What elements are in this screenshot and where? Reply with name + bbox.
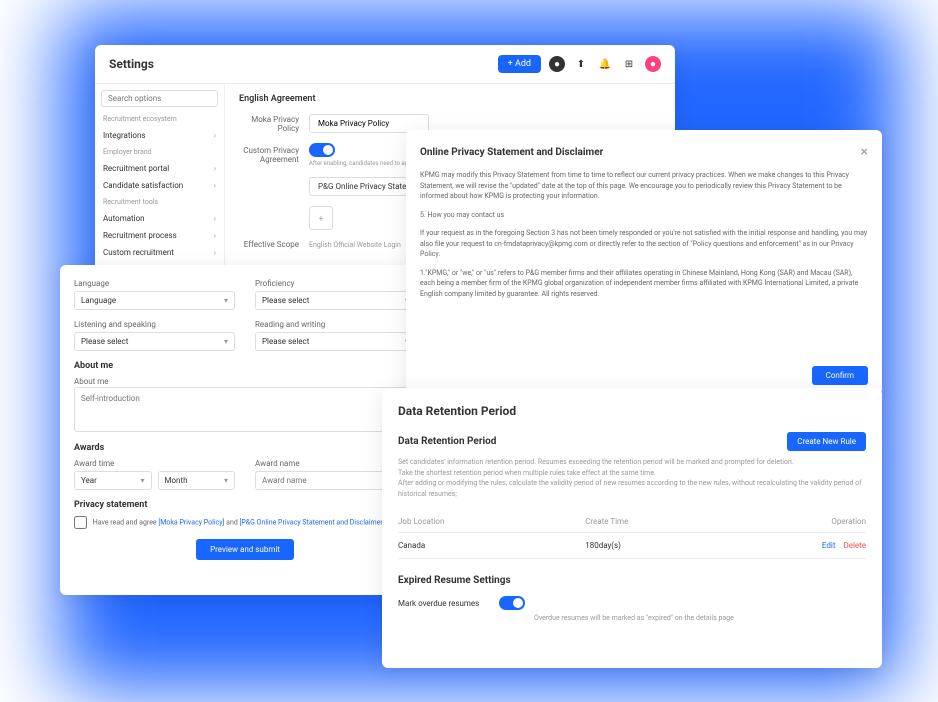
- section-title: Privacy statement: [74, 500, 416, 510]
- year-select[interactable]: Year: [74, 471, 152, 490]
- sidebar-item-satisfaction[interactable]: Candidate satisfaction›: [101, 177, 218, 194]
- section-title: Awards+ Add: [74, 443, 416, 453]
- submit-button[interactable]: Preview and submit: [196, 539, 294, 560]
- field-label: Effective Scope: [239, 240, 309, 249]
- user-avatar-icon[interactable]: ●: [549, 56, 565, 72]
- field-label: Moka Privacy Policy: [239, 115, 309, 133]
- page-title: Settings: [109, 57, 154, 71]
- sidebar-section: Employer brand: [101, 144, 218, 160]
- close-icon[interactable]: ×: [861, 144, 868, 160]
- panel-title: Data Retention Period: [398, 404, 866, 418]
- month-select[interactable]: Month: [158, 471, 236, 490]
- section-title: Data Retention Period: [398, 436, 496, 447]
- field-hint: Overdue resumes will be marked as "expir…: [398, 614, 866, 622]
- field-label: About me: [74, 377, 109, 386]
- confirm-button[interactable]: Confirm: [812, 366, 868, 385]
- custom-privacy-toggle[interactable]: [309, 143, 335, 157]
- sidebar-section: Recruitment tools: [101, 194, 218, 210]
- chevron-right-icon: ›: [214, 164, 216, 173]
- chevron-right-icon: ›: [214, 131, 216, 140]
- proficiency-select[interactable]: Please select: [255, 291, 416, 310]
- field-label: Mark overdue resumes: [398, 599, 479, 608]
- chevron-right-icon: ›: [214, 248, 216, 257]
- content-title: English Agreement: [239, 94, 661, 104]
- retention-panel: Data Retention Period Data Retention Per…: [382, 388, 882, 668]
- field-label: Language: [74, 279, 235, 288]
- description: Set candidates' information retention pe…: [398, 457, 866, 499]
- candidate-form: Language Language Proficiency Please selec…: [60, 265, 430, 595]
- privacy-link-pg[interactable]: [P&G Online Privacy Statement and Discla…: [240, 518, 385, 526]
- field-label: Proficiency: [255, 279, 416, 288]
- reading-select[interactable]: Please select: [255, 332, 416, 351]
- add-statement-button[interactable]: +: [309, 206, 333, 230]
- modal-title: Online Privacy Statement and Disclaimer: [420, 147, 603, 158]
- chevron-right-icon: ›: [214, 231, 216, 240]
- bell-icon[interactable]: 🔔: [597, 56, 613, 72]
- listening-select[interactable]: Please select: [74, 332, 235, 351]
- mark-overdue-toggle[interactable]: [499, 596, 525, 610]
- privacy-statement: Have read and agree [Moka Privacy Policy…: [74, 516, 416, 529]
- chevron-right-icon: ›: [214, 214, 216, 223]
- scope-value: English Official Website Login: [309, 241, 401, 249]
- privacy-modal: Online Privacy Statement and Disclaimer …: [406, 130, 882, 395]
- sidebar-item-automation[interactable]: Automation›: [101, 210, 218, 227]
- search-input[interactable]: [101, 90, 218, 107]
- sidebar-item-custom[interactable]: Custom recruitment›: [101, 244, 218, 261]
- add-button[interactable]: + Add: [498, 55, 541, 73]
- privacy-link-moka[interactable]: [Moka Privacy Policy]: [158, 518, 224, 526]
- create-rule-button[interactable]: Create New Rule: [787, 432, 866, 451]
- edit-link[interactable]: Edit: [822, 541, 836, 550]
- language-select[interactable]: Language: [74, 291, 235, 310]
- table-header: Job Location Create Time Operation: [398, 511, 866, 533]
- sidebar-item-integrations[interactable]: Integrations›: [101, 127, 218, 144]
- sidebar-item-portal[interactable]: Recruitment portal›: [101, 160, 218, 177]
- field-label: Listening and speaking: [74, 320, 235, 329]
- sidebar-item-process[interactable]: Recruitment process›: [101, 227, 218, 244]
- field-label: Award time: [74, 459, 235, 468]
- profile-icon[interactable]: ●: [645, 56, 661, 72]
- section-title: Expired Resume Settings: [398, 575, 866, 586]
- modal-body: KPMG may modify this Privacy Statement f…: [420, 170, 868, 360]
- delete-link[interactable]: Delete: [843, 541, 866, 550]
- sidebar-section: Recruitment ecosystem: [101, 111, 218, 127]
- field-label: Custom Privacy Agreement: [239, 146, 309, 164]
- table-row: Canada 180day(s) EditDelete: [398, 533, 866, 559]
- section-title: About me: [74, 361, 416, 371]
- chevron-right-icon: ›: [214, 181, 216, 190]
- about-textarea[interactable]: [74, 387, 416, 432]
- field-label: Reading and writing: [255, 320, 416, 329]
- privacy-checkbox[interactable]: [74, 516, 87, 529]
- apps-icon[interactable]: ⊞: [621, 56, 637, 72]
- upload-icon[interactable]: ⬆: [573, 56, 589, 72]
